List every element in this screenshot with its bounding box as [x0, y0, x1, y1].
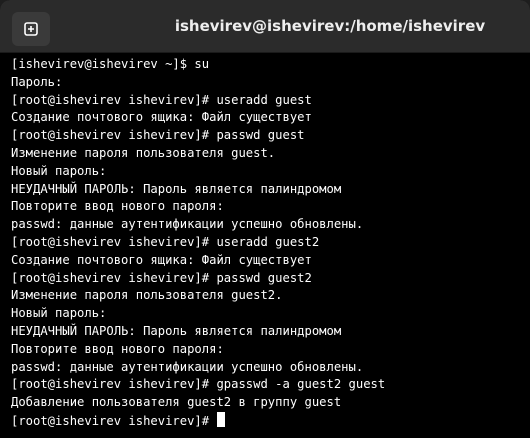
terminal-output[interactable]: [ishevirev@ishevirev ~]$ su Пароль: [roo…: [0, 53, 530, 438]
new-tab-button[interactable]: [12, 12, 50, 46]
terminal-line: Добавление пользователя guest2 в группу …: [11, 395, 342, 410]
terminal-window: ishevirev@ishevirev:/home/ishevirev [ish…: [0, 0, 530, 438]
terminal-line: Пароль:: [11, 74, 63, 89]
new-tab-icon: [24, 22, 38, 36]
terminal-line: Новый пароль:: [11, 163, 107, 178]
terminal-line: passwd: данные аутентификации успешно об…: [11, 359, 364, 374]
shell-prompt: [root@ishevirev ishevirev]#: [11, 413, 217, 428]
terminal-prompt-line[interactable]: [root@ishevirev ishevirev]#: [11, 411, 530, 430]
terminal-line: [ishevirev@ishevirev ~]$ su: [11, 57, 210, 71]
terminal-line: [root@ishevirev ishevirev]# gpasswd -a g…: [11, 377, 386, 392]
terminal-line: Создание почтового ящика: Файл существуе…: [11, 252, 312, 267]
terminal-line: Изменение пароля пользователя guest2.: [11, 288, 283, 303]
terminal-line: Повторите ввод нового пароля:: [11, 199, 224, 214]
terminal-line: [root@ishevirev ishevirev]# passwd guest: [11, 128, 305, 143]
terminal-line: Новый пароль:: [11, 306, 107, 321]
terminal-line: Изменение пароля пользователя guest.: [11, 145, 276, 160]
terminal-line: Создание почтового ящика: Файл существуе…: [11, 110, 312, 125]
window-title: ishevirev@ishevirev:/home/ishevirev: [174, 17, 486, 35]
terminal-line: Повторите ввод нового пароля:: [11, 341, 224, 356]
text-cursor: [217, 411, 226, 427]
terminal-line: НЕУДАЧНЫЙ ПАРОЛЬ: Пароль является палинд…: [11, 181, 342, 196]
terminal-line: [root@ishevirev ishevirev]# useradd gues…: [11, 92, 312, 107]
terminal-line: [root@ishevirev ishevirev]# passwd guest…: [11, 270, 312, 285]
terminal-line: passwd: данные аутентификации успешно об…: [11, 217, 364, 232]
terminal-line: [root@ishevirev ishevirev]# useradd gues…: [11, 234, 320, 249]
title-bar: ishevirev@ishevirev:/home/ishevirev: [0, 0, 530, 53]
terminal-line: НЕУДАЧНЫЙ ПАРОЛЬ: Пароль является палинд…: [11, 323, 342, 338]
